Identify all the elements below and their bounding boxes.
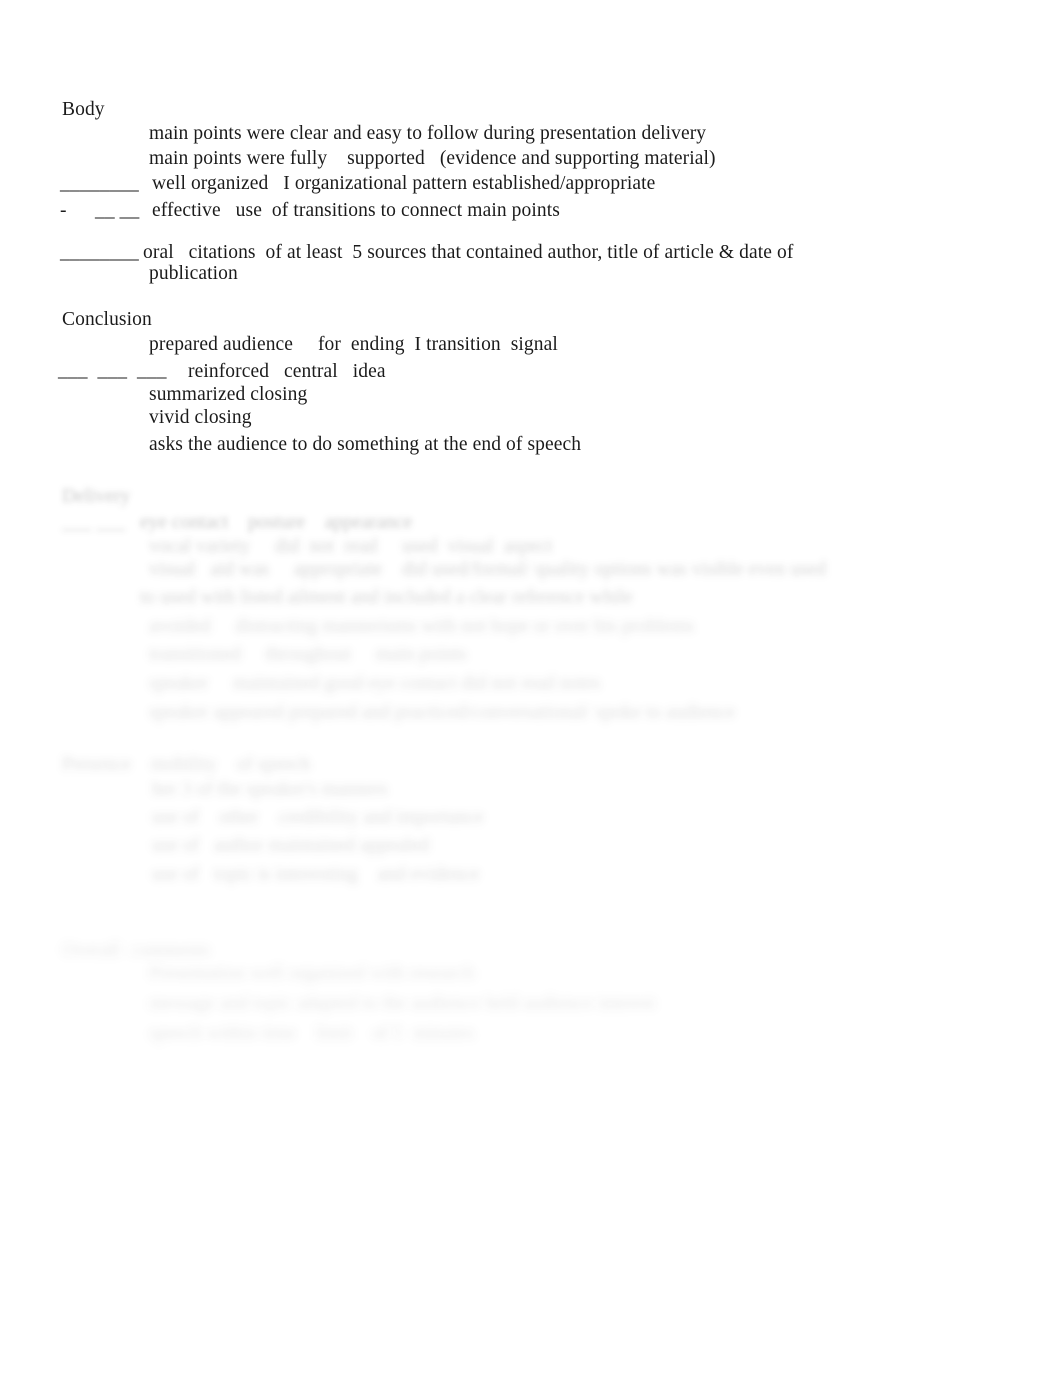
conclusion-mark-reinforced-central-idea: ___ ___ ___: [58, 360, 167, 381]
faded-line-delivery-4: to used with listed ailment and included…: [140, 587, 633, 608]
body-criterion-oral-citations-cont: publication: [149, 263, 238, 284]
body-mark-oral-citations: ________: [60, 242, 139, 263]
faded-line-delivery-6: transitioned throughout main points: [149, 644, 467, 665]
faded-line-overall-1: Presentation well organized with researc…: [149, 963, 475, 984]
body-mark-effective-use: __ __: [95, 200, 140, 221]
body-mark-well-organized: ________: [60, 173, 139, 194]
body-criterion-effective-transitions: effective use of transitions to connect …: [152, 200, 560, 221]
faded-line-overall-3: speech within time limit of 5 minutes: [149, 1023, 475, 1044]
faded-line-delivery-5: avoided distracting mannerisms with not …: [149, 616, 695, 637]
faded-line-overall-2: message and topic adapted to the audienc…: [149, 993, 656, 1014]
faded-line-presence-4: use of topic is interesting and evidence: [152, 864, 480, 885]
conclusion-criterion-call-to-action: asks the audience to do something at the…: [149, 434, 582, 455]
document-page: Body main points were clear and easy to …: [0, 0, 1062, 1376]
faded-heading-presence: Presence mobility of speech: [62, 754, 311, 775]
conclusion-criterion-prepared-audience: prepared audience for ending I transitio…: [149, 334, 558, 355]
faded-line-delivery-8: speaker appeared prepared and practiced/…: [149, 702, 736, 723]
body-mark-effective-use-prefix: -: [60, 200, 67, 221]
section-heading-conclusion: Conclusion: [62, 309, 152, 330]
conclusion-criterion-vivid-closing: vivid closing: [149, 407, 252, 428]
body-criterion-main-points-supported: main points were fully supported (eviden…: [149, 148, 716, 169]
faded-line-presence-1: her 3 of the speaker's manners: [152, 779, 388, 800]
faded-line-presence-3: use of author maintained appealed: [152, 835, 430, 856]
faded-line-delivery-7: speaker maintained good eye contact did …: [149, 673, 601, 694]
section-heading-body: Body: [62, 99, 105, 120]
body-criterion-main-points-clear: main points were clear and easy to follo…: [149, 123, 707, 144]
faded-heading-delivery: Delivery: [62, 486, 131, 507]
faded-line-delivery-3: visual aid was appropriate did used/form…: [149, 559, 826, 580]
faded-line-delivery-1: ___ ___ eye contact posture appearance: [62, 512, 413, 533]
faded-line-presence-2: use of other credibility and importance: [152, 807, 484, 828]
body-criterion-well-organized: well organized I organizational pattern …: [152, 173, 656, 194]
body-criterion-oral-citations: oral citations of at least 5 sources tha…: [143, 242, 794, 263]
